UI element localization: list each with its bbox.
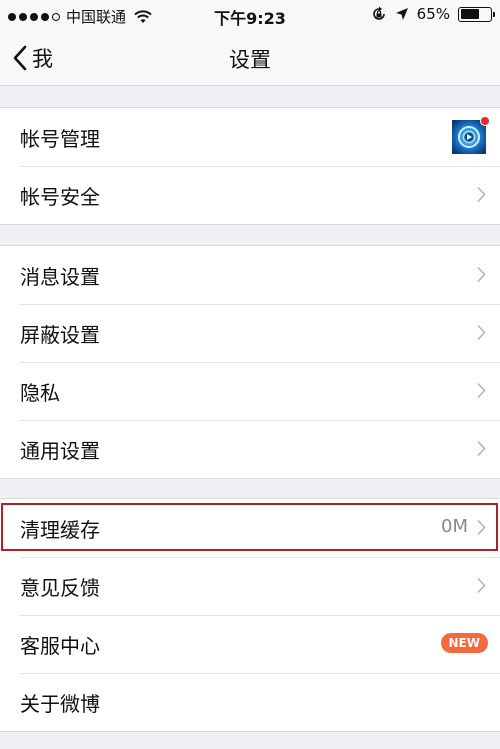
- battery-icon: [458, 6, 495, 22]
- row-label: 意见反馈: [20, 575, 100, 600]
- row-label: 屏蔽设置: [20, 322, 100, 347]
- settings-row-account-management[interactable]: 帐号管理: [0, 108, 500, 166]
- settings-row-customer-service[interactable]: 客服中心 NEW: [0, 615, 500, 673]
- chevron-right-icon: [477, 324, 486, 341]
- notification-dot: [480, 116, 490, 126]
- settings-row-message-settings[interactable]: 消息设置: [0, 246, 500, 304]
- page-title: 设置: [229, 48, 271, 72]
- settings-row-about[interactable]: 关于微博: [0, 673, 500, 731]
- row-label: 通用设置: [20, 438, 100, 463]
- settings-row-block-settings[interactable]: 屏蔽设置: [0, 304, 500, 362]
- chevron-right-icon: [477, 519, 486, 536]
- cache-size-value: 0M: [441, 516, 468, 537]
- row-label: 帐号安全: [20, 184, 100, 209]
- status-right: 65%: [371, 5, 495, 23]
- new-badge: NEW: [440, 633, 488, 653]
- settings-row-clear-cache[interactable]: 清理缓存 0M: [0, 499, 500, 557]
- settings-group-support: 清理缓存 0M 意见反馈 客服中心 NEW 关于微博: [0, 498, 500, 732]
- row-label: 消息设置: [20, 264, 100, 289]
- battery-percentage: 65%: [416, 5, 450, 23]
- row-label: 清理缓存: [20, 517, 100, 542]
- chevron-right-icon: [477, 440, 486, 457]
- chevron-right-icon: [477, 382, 486, 399]
- row-label: 客服中心: [20, 633, 100, 658]
- row-label: 关于微博: [20, 691, 100, 716]
- chevron-right-icon: [477, 577, 486, 594]
- location-arrow-icon: [395, 8, 408, 20]
- chevron-right-icon: [477, 266, 486, 283]
- rotation-lock-icon: [372, 6, 385, 20]
- settings-row-privacy[interactable]: 隐私: [0, 362, 500, 420]
- battery-level: [460, 9, 480, 19]
- settings-row-general-settings[interactable]: 通用设置: [0, 420, 500, 478]
- settings-group-preferences: 消息设置 屏蔽设置 隐私 通用设置: [0, 245, 500, 479]
- row-label: 帐号管理: [20, 126, 100, 151]
- account-avatar-icon: [452, 120, 486, 154]
- settings-row-feedback[interactable]: 意见反馈: [0, 557, 500, 615]
- settings-group-account: 帐号管理 帐号安全: [0, 107, 500, 225]
- status-bar: 中国联通 下午9:23 65%: [0, 0, 500, 30]
- row-label: 隐私: [20, 380, 60, 405]
- chevron-right-icon: [477, 186, 486, 203]
- settings-row-account-security[interactable]: 帐号安全: [0, 166, 500, 224]
- navigation-bar: 我 设置: [0, 30, 500, 86]
